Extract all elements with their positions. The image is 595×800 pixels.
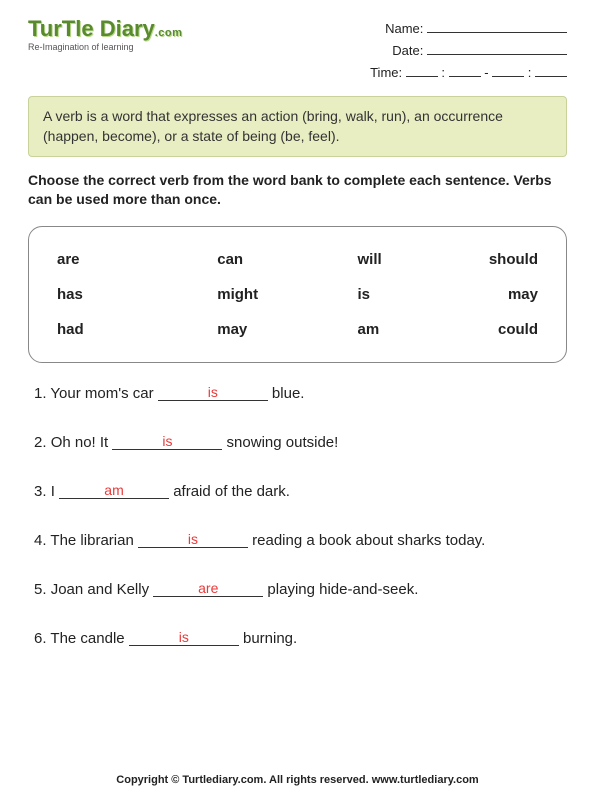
word-bank-word: has bbox=[57, 286, 177, 303]
definition-box: A verb is a word that expresses an actio… bbox=[28, 96, 567, 157]
word-bank-word: will bbox=[298, 251, 418, 268]
question-post: burning. bbox=[239, 630, 297, 647]
name-row: Name: bbox=[370, 18, 567, 40]
question-post: blue. bbox=[268, 385, 305, 402]
answer-text: is bbox=[208, 384, 218, 400]
question-post: snowing outside! bbox=[222, 434, 338, 451]
date-label: Date: bbox=[392, 43, 423, 58]
questions-list: 1. Your mom's car is blue. 2. Oh no! It … bbox=[28, 385, 567, 647]
question-pre: Oh no! It bbox=[51, 434, 113, 451]
answer-text: is bbox=[162, 433, 172, 449]
answer-text: is bbox=[188, 531, 198, 547]
word-bank-row: had may am could bbox=[57, 321, 538, 338]
question-item: 5. Joan and Kelly are playing hide-and-s… bbox=[28, 581, 567, 598]
question-item: 2. Oh no! It is snowing outside! bbox=[28, 434, 567, 451]
header: TurTle Diary.com Re-Imagination of learn… bbox=[28, 18, 567, 84]
name-label: Name: bbox=[385, 21, 423, 36]
question-pre: Your mom's car bbox=[50, 385, 157, 402]
question-number: 5. bbox=[34, 581, 47, 598]
question-pre: Joan and Kelly bbox=[51, 581, 154, 598]
time-row: Time: : - : bbox=[370, 62, 567, 84]
logo: TurTle Diary.com bbox=[28, 18, 182, 40]
question-number: 6. bbox=[34, 630, 47, 647]
answer-blank[interactable]: is bbox=[158, 385, 268, 401]
time-label: Time: bbox=[370, 65, 402, 80]
question-post: reading a book about sharks today. bbox=[248, 532, 485, 549]
question-post: afraid of the dark. bbox=[169, 483, 290, 500]
question-item: 4. The librarian is reading a book about… bbox=[28, 532, 567, 549]
time-h1[interactable] bbox=[406, 65, 438, 77]
word-bank-word: am bbox=[298, 321, 418, 338]
word-bank-word: are bbox=[57, 251, 177, 268]
answer-blank[interactable]: are bbox=[153, 581, 263, 597]
logo-block: TurTle Diary.com Re-Imagination of learn… bbox=[28, 18, 182, 52]
question-number: 2. bbox=[34, 434, 47, 451]
question-pre: The librarian bbox=[50, 532, 138, 549]
word-bank-word: may bbox=[177, 321, 297, 338]
time-m2[interactable] bbox=[535, 65, 567, 77]
date-row: Date: bbox=[370, 40, 567, 62]
question-item: 6. The candle is burning. bbox=[28, 630, 567, 647]
question-post: playing hide-and-seek. bbox=[263, 581, 418, 598]
answer-text: am bbox=[104, 482, 123, 498]
word-bank-word: had bbox=[57, 321, 177, 338]
question-item: 1. Your mom's car is blue. bbox=[28, 385, 567, 402]
answer-blank[interactable]: is bbox=[129, 630, 239, 646]
question-pre: I bbox=[51, 483, 59, 500]
word-bank-row: are can will should bbox=[57, 251, 538, 268]
meta-fields: Name: Date: Time: : - : bbox=[370, 18, 567, 84]
worksheet-page: TurTle Diary.com Re-Imagination of learn… bbox=[0, 0, 595, 689]
word-bank: are can will should has might is may had… bbox=[28, 226, 567, 363]
answer-blank[interactable]: is bbox=[138, 532, 248, 548]
word-bank-word: could bbox=[418, 321, 538, 338]
logo-dotcom: .com bbox=[155, 27, 183, 39]
answer-blank[interactable]: am bbox=[59, 483, 169, 499]
question-number: 3. bbox=[34, 483, 47, 500]
answer-text: is bbox=[179, 629, 189, 645]
word-bank-word: may bbox=[418, 286, 538, 303]
logo-text: TurTle Diary bbox=[28, 16, 155, 41]
question-pre: The candle bbox=[50, 630, 128, 647]
word-bank-word: can bbox=[177, 251, 297, 268]
word-bank-word: should bbox=[418, 251, 538, 268]
question-number: 1. bbox=[34, 385, 47, 402]
date-input-line[interactable] bbox=[427, 43, 567, 55]
word-bank-word: is bbox=[298, 286, 418, 303]
time-m1[interactable] bbox=[449, 65, 481, 77]
question-item: 3. I am afraid of the dark. bbox=[28, 483, 567, 500]
time-h2[interactable] bbox=[492, 65, 524, 77]
answer-blank[interactable]: is bbox=[112, 434, 222, 450]
answer-text: are bbox=[198, 580, 218, 596]
instructions: Choose the correct verb from the word ba… bbox=[28, 171, 567, 207]
word-bank-row: has might is may bbox=[57, 286, 538, 303]
footer-copyright: Copyright © Turtlediary.com. All rights … bbox=[0, 774, 595, 786]
logo-tagline: Re-Imagination of learning bbox=[28, 42, 182, 52]
word-bank-word: might bbox=[177, 286, 297, 303]
question-number: 4. bbox=[34, 532, 47, 549]
name-input-line[interactable] bbox=[427, 21, 567, 33]
